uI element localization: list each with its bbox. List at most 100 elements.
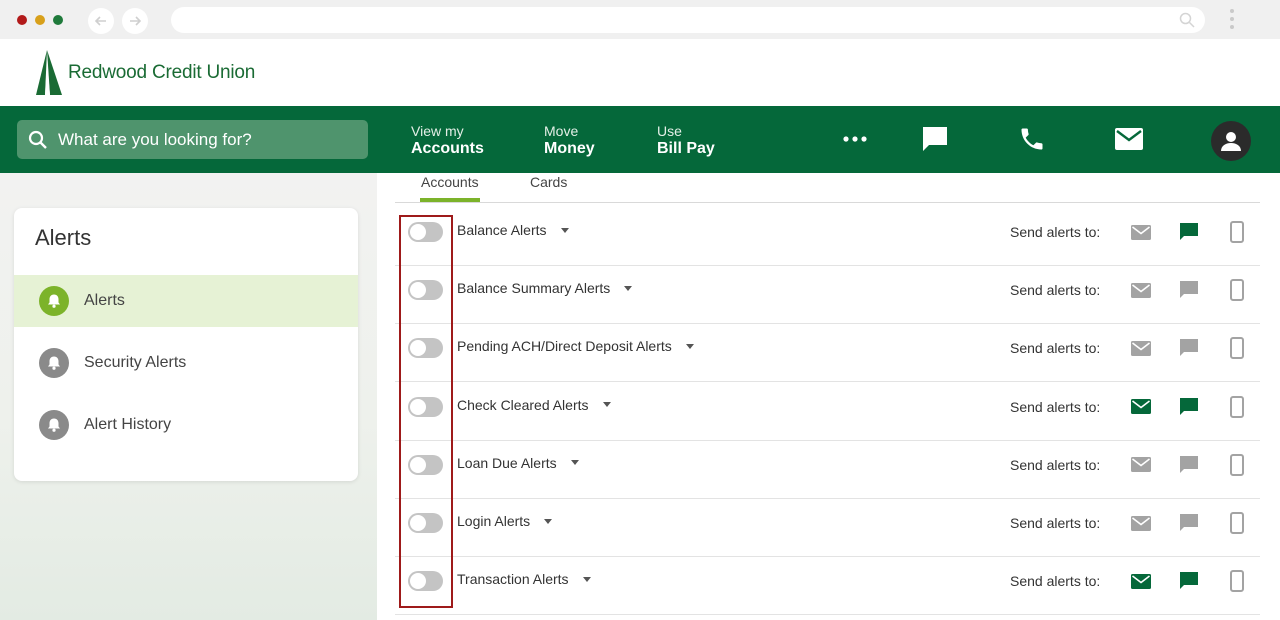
alert-name-dropdown[interactable]: Login Alerts xyxy=(457,513,553,529)
alert-name-dropdown[interactable]: Pending ACH/Direct Deposit Alerts xyxy=(457,338,694,354)
search-input[interactable] xyxy=(58,129,358,150)
top-navigation: View my Accounts Move Money Use Bill Pay xyxy=(0,106,1280,173)
more-dots-icon[interactable] xyxy=(838,122,872,156)
device-channel-icon[interactable] xyxy=(1225,511,1249,535)
bell-icon xyxy=(39,286,69,316)
device-channel-icon[interactable] xyxy=(1225,336,1249,360)
nav-small-label: View my xyxy=(411,123,464,139)
caret-down-icon xyxy=(544,518,553,524)
email-channel-icon[interactable] xyxy=(1129,336,1153,360)
email-channel-icon[interactable] xyxy=(1129,278,1153,302)
bell-icon xyxy=(39,348,69,378)
device-channel-icon[interactable] xyxy=(1225,395,1249,419)
alert-name: Check Cleared Alerts xyxy=(457,396,589,413)
alert-name-dropdown[interactable]: Check Cleared Alerts xyxy=(457,397,611,413)
browser-menu-icon[interactable] xyxy=(1230,9,1236,33)
alert-name-dropdown[interactable]: Transaction Alerts xyxy=(457,571,591,587)
alert-row: Check Cleared Alerts Send alerts to: xyxy=(395,383,1260,441)
alert-name-dropdown[interactable]: Balance Alerts xyxy=(457,222,569,238)
text-channel-icon[interactable] xyxy=(1177,395,1201,419)
alert-row: Pending ACH/Direct Deposit Alerts Send al… xyxy=(395,324,1260,383)
sidebar-item-security-alerts[interactable]: Security Alerts xyxy=(14,337,358,389)
caret-down-icon xyxy=(624,285,633,291)
back-button[interactable] xyxy=(88,8,114,34)
sidebar-title: Alerts xyxy=(35,225,92,250)
send-alerts-label: Send alerts to: xyxy=(1010,573,1101,590)
caret-down-icon xyxy=(560,227,569,233)
alert-name: Transaction Alerts xyxy=(457,571,569,588)
device-channel-icon[interactable] xyxy=(1225,278,1249,302)
device-channel-icon[interactable] xyxy=(1225,220,1249,244)
logo[interactable]: Redwood Credit Union xyxy=(34,50,255,96)
window-maximize-dot[interactable] xyxy=(53,15,63,25)
text-channel-icon[interactable] xyxy=(1177,278,1201,302)
sidebar-item-alert-history[interactable]: Alert History xyxy=(14,399,358,451)
nav-small-label: Move xyxy=(544,123,579,139)
tab-accounts[interactable]: Accounts xyxy=(421,174,479,190)
arrow-right-icon xyxy=(130,16,142,26)
alert-row: Loan Due Alerts Send alerts to: xyxy=(395,441,1260,499)
alert-name: Login Alerts xyxy=(457,513,531,529)
alert-row: Login Alerts Send alerts to: xyxy=(395,499,1260,557)
alert-row: Balance Alerts Send alerts to: xyxy=(395,208,1260,266)
caret-down-icon xyxy=(602,402,611,408)
alert-row: Transaction Alerts Send alerts to: xyxy=(395,557,1260,616)
text-channel-icon[interactable] xyxy=(1177,336,1201,360)
email-channel-icon[interactable] xyxy=(1129,220,1153,244)
email-channel-icon[interactable] xyxy=(1129,453,1153,477)
send-alerts-label: Send alerts to: xyxy=(1010,224,1101,240)
search-box[interactable] xyxy=(17,120,368,159)
send-alerts-label: Send alerts to: xyxy=(1010,282,1101,299)
nav-use-bill-pay[interactable]: Use Bill Pay xyxy=(657,123,715,158)
text-channel-icon[interactable] xyxy=(1177,569,1201,593)
alerts-sidebar-card: Alerts Alerts Security Alerts Alert Hist… xyxy=(14,208,358,481)
window-close-dot[interactable] xyxy=(17,15,27,25)
text-channel-icon[interactable] xyxy=(1177,220,1201,244)
alert-name: Pending ACH/Direct Deposit Alerts xyxy=(457,338,672,355)
email-channel-icon[interactable] xyxy=(1129,395,1153,419)
text-channel-icon[interactable] xyxy=(1177,453,1201,477)
forward-button[interactable] xyxy=(122,8,148,34)
send-alerts-label: Send alerts to: xyxy=(1010,515,1101,531)
active-tab-indicator xyxy=(420,198,480,202)
bell-icon xyxy=(39,410,69,440)
text-channel-icon[interactable] xyxy=(1177,511,1201,535)
browser-chrome xyxy=(0,0,1280,39)
send-alerts-label: Send alerts to: xyxy=(1010,456,1101,473)
email-channel-icon[interactable] xyxy=(1129,511,1153,535)
nav-view-my-accounts[interactable]: View my Accounts xyxy=(411,123,484,158)
arrow-left-icon xyxy=(94,16,106,26)
sidebar-item-label: Security Alerts xyxy=(84,354,187,371)
address-bar[interactable] xyxy=(171,7,1205,33)
search-icon xyxy=(1179,12,1195,28)
mail-icon[interactable] xyxy=(1112,122,1146,156)
nav-small-label: Use xyxy=(657,123,682,139)
caret-down-icon xyxy=(582,576,591,582)
send-alerts-label: Send alerts to: xyxy=(1010,340,1101,357)
email-channel-icon[interactable] xyxy=(1129,569,1153,593)
window-minimize-dot[interactable] xyxy=(35,15,45,25)
redwood-tree-logo-icon xyxy=(36,50,62,95)
user-avatar-icon[interactable] xyxy=(1211,121,1251,161)
alert-name: Balance Alerts xyxy=(457,222,547,238)
nav-big-label: Bill Pay xyxy=(657,140,715,157)
nav-move-money[interactable]: Move Money xyxy=(544,123,595,158)
tab-cards[interactable]: Cards xyxy=(530,174,567,190)
caret-down-icon xyxy=(570,460,579,466)
device-channel-icon[interactable] xyxy=(1225,453,1249,477)
alert-name-dropdown[interactable]: Loan Due Alerts xyxy=(457,455,579,471)
phone-icon[interactable] xyxy=(1015,122,1049,156)
send-alerts-label: Send alerts to: xyxy=(1010,398,1101,415)
alert-name-dropdown[interactable]: Balance Summary Alerts xyxy=(457,280,633,297)
sidebar-item-label: Alert History xyxy=(84,416,172,433)
toggle-highlight-box xyxy=(399,215,453,608)
device-channel-icon[interactable] xyxy=(1225,569,1249,593)
alert-tabs: Accounts Cards xyxy=(395,173,1260,203)
nav-big-label: Accounts xyxy=(411,140,484,157)
caret-down-icon xyxy=(685,343,694,349)
chat-icon[interactable] xyxy=(918,122,952,156)
alert-name: Loan Due Alerts xyxy=(457,454,557,471)
search-icon xyxy=(28,130,47,149)
alert-name: Balance Summary Alerts xyxy=(457,280,611,297)
sidebar-item-alerts[interactable]: Alerts xyxy=(14,275,358,327)
